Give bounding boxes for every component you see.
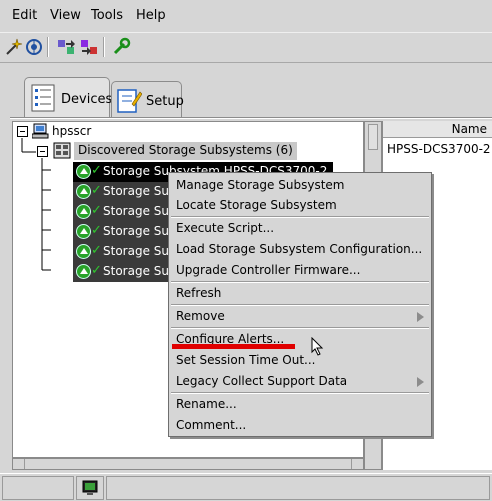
menu-item-label: Upgrade Controller Firmware... [176,263,361,277]
arrows-left-icon[interactable] [55,36,77,58]
menu-item-label: Locate Storage Subsystem [176,198,337,212]
menu-view[interactable]: View [50,8,81,23]
menu-item-upgrade-firmware[interactable]: Upgrade Controller Firmware... [176,260,426,280]
check-icon: ✓ [91,203,102,218]
status-ok-icon [76,264,91,279]
mouse-cursor-icon [311,337,324,356]
subsystem-label: Storage Sub [103,184,177,198]
menu-item-rename[interactable]: Rename... [176,394,426,414]
tree-node-group[interactable]: Discovered Storage Subsystems (6) [74,142,297,160]
tree-node-subsystem[interactable]: ✓ Storage Sub [73,202,177,222]
menu-item-label: Comment... [176,418,247,432]
menu-item-remove[interactable]: Remove [176,306,426,326]
network-icon[interactable] [23,36,45,58]
status-ok-icon [76,244,91,259]
status-ok-icon [76,184,91,199]
column-header-label: Name [451,122,487,136]
menu-item-manage[interactable]: Manage Storage Subsystem [176,175,426,195]
tab-setup-label: Setup [146,94,184,109]
menu-item-label: Remove [176,309,225,323]
menu-item-label: Set Session Time Out... [176,353,316,367]
menu-item-label: Rename... [176,397,237,411]
menu-item-label: Legacy Collect Support Data [176,374,348,388]
tree-toggle-group[interactable] [37,146,48,157]
menu-item-load-config[interactable]: Load Storage Subsystem Configuration... [176,239,426,259]
toolbar-separator [103,37,105,57]
column-header-name[interactable]: Name [383,121,492,138]
check-icon: ✓ [91,183,102,198]
subsystem-label: Storage Sub [103,224,177,238]
context-menu: Manage Storage Subsystem Locate Storage … [168,172,432,437]
status-ok-icon [76,204,91,219]
toolbar-separator [47,37,49,57]
subsystem-label: Storage Sub [103,204,177,218]
tab-devices-label: Devices [61,92,113,107]
tree-toggle-root[interactable] [17,126,28,137]
check-icon: ✓ [91,243,102,258]
menu-item-legacy-support[interactable]: Legacy Collect Support Data [176,371,426,391]
annotation-underline [172,344,295,349]
menu-bar: Edit View Tools Help [0,0,492,32]
status-section [2,476,74,500]
menu-tools[interactable]: Tools [91,8,123,23]
panel-divider [10,117,492,119]
submenu-arrow-icon [417,312,424,322]
tab-strip: Devices Setup [0,62,492,119]
menu-item-label: Load Storage Subsystem Configuration... [176,242,423,256]
tree-node-subsystem[interactable]: ✓ Storage Sub [73,222,177,242]
scroll-right-icon[interactable] [351,459,363,469]
scroll-left-icon[interactable] [13,459,25,469]
arrows-right-icon[interactable] [78,36,100,58]
toolbar [0,32,492,62]
menu-edit[interactable]: Edit [12,8,37,23]
menu-item-execute-script[interactable]: Execute Script... [176,218,426,238]
tree-horizontal-scrollbar[interactable] [12,458,364,470]
tab-devices[interactable]: Devices [24,77,113,119]
table-cell[interactable]: HPSS-DCS3700-2 [387,142,491,156]
setup-icon [117,89,142,113]
subsystem-label: Storage Sub [103,244,177,258]
status-section [106,476,490,500]
check-icon: ✓ [91,263,102,278]
tree-node-subsystem[interactable]: ✓ Storage Sub [73,242,177,262]
wand-icon[interactable] [2,36,24,58]
status-bar [0,473,492,501]
tree-node-subsystem[interactable]: ✓ Storage Sub [73,262,177,282]
menu-item-label: Refresh [176,286,222,300]
status-section [76,476,104,500]
menu-item-label: Manage Storage Subsystem [176,178,345,192]
computer-icon [32,123,49,139]
menu-item-refresh[interactable]: Refresh [176,283,426,303]
status-ok-icon [76,164,91,179]
tree-node-root[interactable]: hpsscr [52,123,91,141]
wrench-icon[interactable] [110,36,132,58]
scroll-thumb[interactable] [368,124,378,150]
tree-node-subsystem[interactable]: ✓ Storage Sub [73,182,177,202]
menu-help[interactable]: Help [136,8,166,23]
check-icon: ✓ [91,163,102,178]
menu-item-label: Execute Script... [176,221,275,235]
status-ok-icon [76,224,91,239]
menu-item-locate[interactable]: Locate Storage Subsystem [176,195,426,215]
submenu-arrow-icon [417,377,424,387]
monitor-status-icon [82,480,98,495]
subsystem-label: Storage Sub [103,264,177,278]
menu-item-comment[interactable]: Comment... [176,415,426,435]
devices-icon [31,84,55,112]
menu-item-session-timeout[interactable]: Set Session Time Out... [176,350,426,370]
check-icon: ✓ [91,223,102,238]
storage-group-icon [53,142,71,159]
tab-setup[interactable]: Setup [111,81,184,119]
